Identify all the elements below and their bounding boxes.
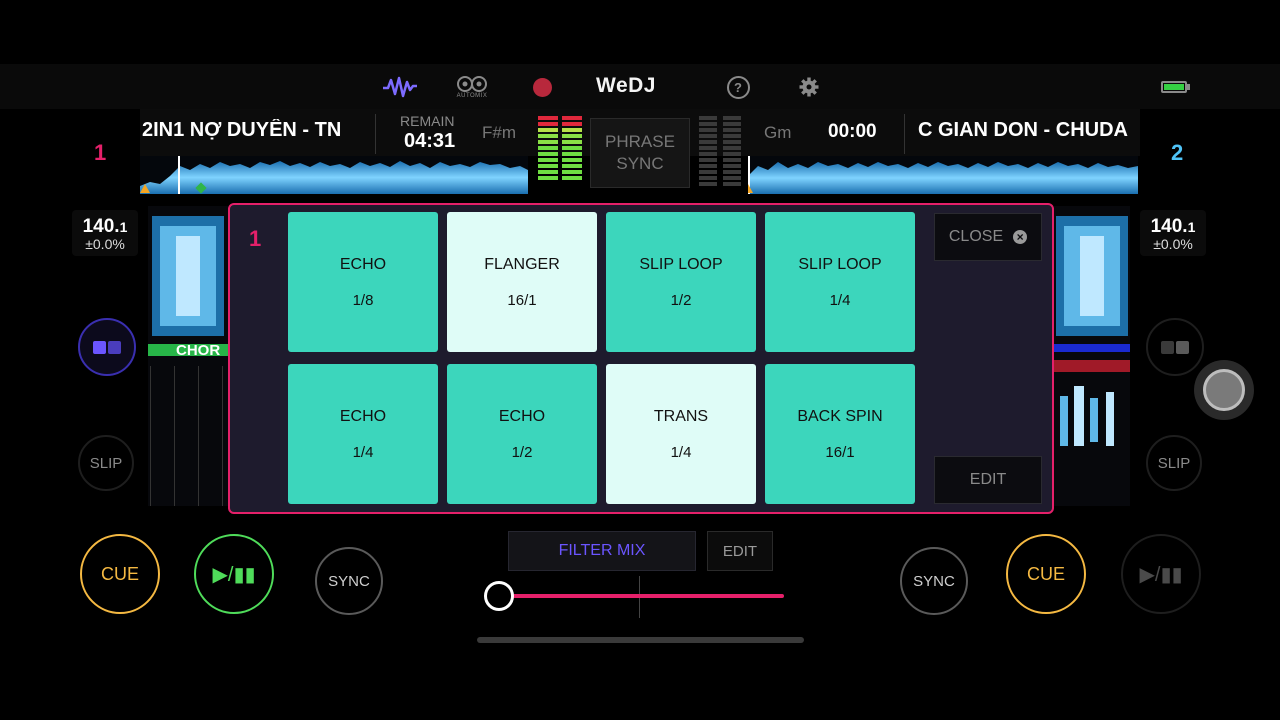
deck1-vertical-waveform[interactable]: CHOR [148, 206, 228, 506]
pad-value: 1/2 [511, 443, 533, 461]
deck1-view-toggle-button[interactable] [78, 318, 136, 376]
pad-value: 1/4 [829, 291, 851, 309]
deck1-section-label: CHOR [176, 342, 221, 359]
pad-value: 1/4 [352, 443, 374, 461]
deck2-time: 00:00 [828, 121, 877, 142]
deck2-track-title[interactable]: C GIAN DON - CHUDA [918, 119, 1140, 142]
pad-name: SLIP LOOP [798, 255, 882, 273]
deck2-key: Gm [764, 123, 792, 142]
pad-value: 1/2 [670, 291, 692, 309]
deck1-remain-label: REMAIN [400, 113, 455, 129]
app-logo: WeDJ [596, 74, 656, 97]
crossfader-handle[interactable] [484, 581, 514, 611]
deck1-play-pause-button[interactable]: ▶/▮▮ [194, 534, 274, 614]
pad-6[interactable]: ECHO 1/2 [447, 364, 597, 504]
divider [375, 114, 376, 154]
home-indicator[interactable] [477, 637, 804, 643]
pad-value: 16/1 [825, 443, 855, 461]
deck2-bpm: 140. [1150, 216, 1188, 237]
pad-2[interactable]: FLANGER 16/1 [447, 212, 597, 352]
pad-4[interactable]: SLIP LOOP 1/4 [765, 212, 915, 352]
deck1-cue-button[interactable]: CUE [80, 534, 160, 614]
deck1-bpm: 140. [82, 216, 120, 237]
deck1-key: F#m [482, 123, 516, 142]
deck2-sync-button[interactable]: SYNC [900, 547, 968, 615]
deck2-play-pause-button[interactable]: ▶/▮▮ [1121, 534, 1201, 614]
pad-1[interactable]: ECHO 1/8 [288, 212, 438, 352]
pad-3[interactable]: SLIP LOOP 1/2 [606, 212, 756, 352]
divider [904, 114, 905, 154]
split-view-icon [1161, 340, 1189, 354]
close-label: CLOSE [948, 228, 1004, 245]
phrase-sync-line2: SYNC [616, 154, 664, 173]
deck2-level-meter-l [699, 116, 717, 188]
pad-value: 1/4 [670, 443, 692, 461]
deck1-bpm-decimal: 1 [119, 219, 128, 235]
deck2-cue-button[interactable]: CUE [1006, 534, 1086, 614]
deck2-bpm-display[interactable]: 140.1 ±0.0% [1140, 210, 1206, 256]
pad-name: ECHO [498, 407, 546, 425]
help-icon-glyph: ? [726, 75, 750, 99]
pad-name: ECHO [339, 255, 387, 273]
pad-name: FLANGER [484, 255, 560, 273]
deck1-level-meter-r [562, 116, 582, 188]
deck2-level-meter-r [723, 116, 741, 188]
pad-7[interactable]: TRANS 1/4 [606, 364, 756, 504]
deck1-overview-waveform[interactable] [140, 156, 528, 194]
deck2-view-toggle-button[interactable] [1146, 318, 1204, 376]
deck2-number: 2 [1171, 140, 1184, 165]
automix-icon[interactable]: AUTOMIX [452, 72, 492, 102]
deck1-track-title[interactable]: 2IN1 NỢ DUYÊN - TN [142, 119, 360, 142]
deck2-overview-waveform[interactable] [748, 156, 1138, 194]
pad-name: ECHO [339, 407, 387, 425]
deck1-slip-button[interactable]: SLIP [78, 435, 134, 491]
pad-name: TRANS [653, 407, 709, 425]
deck1-level-meter-l [538, 116, 558, 188]
pad-name: SLIP LOOP [639, 255, 723, 273]
pad-value: 1/8 [352, 291, 374, 309]
pad-8[interactable]: BACK SPIN 16/1 [765, 364, 915, 504]
deck1-bpm-display[interactable]: 140.1 ±0.0% [72, 210, 138, 256]
help-icon[interactable]: ? [726, 72, 750, 102]
deck2-vertical-waveform[interactable] [1054, 206, 1130, 506]
pad-value: 16/1 [507, 291, 537, 309]
record-icon[interactable] [530, 72, 554, 102]
pad-edit-button[interactable]: EDIT [934, 456, 1042, 504]
deck2-bpm-decimal: 1 [1187, 219, 1196, 235]
close-button[interactable]: CLOSE × [934, 213, 1042, 261]
phrase-sync-button[interactable]: PHRASE SYNC [590, 118, 690, 188]
split-view-icon [93, 340, 121, 354]
battery-icon [1158, 72, 1192, 102]
deck1-pitch: ±0.0% [85, 236, 125, 252]
pad-name: BACK SPIN [797, 407, 883, 425]
automix-label: AUTOMIX [456, 93, 488, 99]
pad-5[interactable]: ECHO 1/4 [288, 364, 438, 504]
phrase-sync-line1: PHRASE [605, 132, 675, 151]
filter-mix-button[interactable]: FILTER MIX [508, 531, 696, 571]
deck2-slip-button[interactable]: SLIP [1146, 435, 1202, 491]
mixer-edit-button[interactable]: EDIT [707, 531, 773, 571]
waveform-icon[interactable] [382, 72, 418, 102]
pad-panel-deck-number: 1 [249, 226, 262, 251]
deck1-sync-button[interactable]: SYNC [315, 547, 383, 615]
assistive-touch-button[interactable] [1194, 360, 1254, 420]
settings-icon[interactable] [797, 72, 821, 102]
deck1-number: 1 [94, 140, 107, 165]
deck1-remain-time: 04:31 [404, 130, 456, 152]
deck2-pitch: ±0.0% [1153, 236, 1193, 252]
close-icon: × [1013, 230, 1028, 244]
crossfader-track[interactable] [500, 594, 784, 598]
